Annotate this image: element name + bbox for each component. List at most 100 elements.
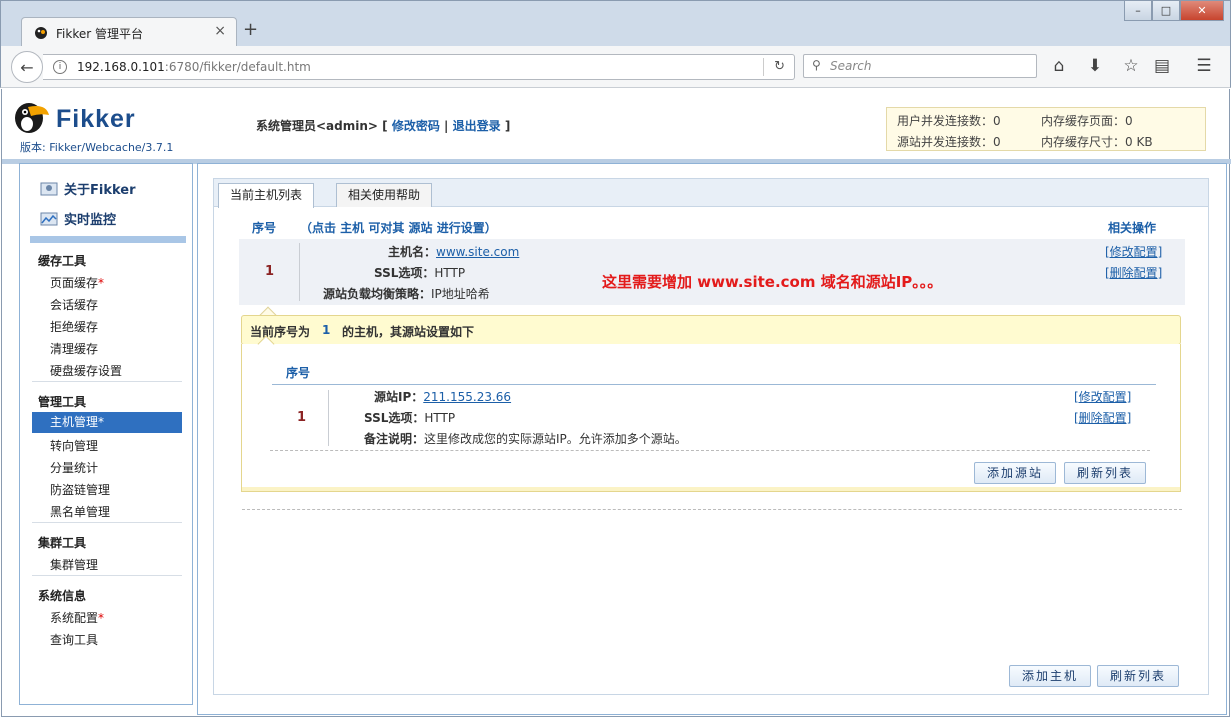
hostname-link[interactable]: www.site.com — [436, 245, 519, 259]
origin-divider — [270, 450, 1150, 451]
sidebar-item-blacklist[interactable]: 黑名单管理 — [50, 503, 110, 520]
sidebar-item-system-config[interactable]: 系统配置* — [50, 609, 104, 626]
current-host-bar: 当前序号为 1 的主机，其源站设置如下 — [241, 315, 1181, 345]
minimize-button[interactable]: – — [1124, 1, 1152, 21]
back-arrow-icon: ← — [20, 57, 34, 77]
row-divider — [299, 243, 300, 301]
mem-size-stat: 内存缓存尺寸：0 KB — [1041, 135, 1153, 149]
host-index: 1 — [265, 264, 275, 279]
download-icon[interactable]: ⬇ — [1084, 56, 1106, 76]
group-system-info: 系统信息 — [38, 589, 87, 603]
host-list-panel: 当前主机列表 相关使用帮助 序号 （点击 主机 可对其 源站 进行设置） 相关操… — [213, 178, 1209, 695]
sidebar-item-hotlink[interactable]: 防盗链管理 — [50, 481, 110, 498]
url-separator — [763, 58, 764, 76]
group-divider — [32, 575, 182, 576]
lb-policy-field: 源站负载均衡策略：IP地址哈希 — [323, 287, 490, 301]
url-bar[interactable]: i 192.168.0.101:6780/fikker/default.htm … — [43, 54, 795, 80]
new-tab-button[interactable]: + — [243, 21, 258, 39]
origin-delete-link[interactable]: [删除配置] — [1074, 409, 1131, 426]
url-text[interactable]: 192.168.0.101:6780/fikker/default.htm — [77, 60, 311, 74]
stats-panel: 用户并发连接数：0 内存缓存页面：0 源站并发连接数：0 内存缓存尺寸：0 KB — [886, 107, 1206, 151]
origin-ip-link[interactable]: 211.155.23.66 — [423, 390, 511, 404]
row-divider — [328, 390, 329, 446]
sidebar-separator — [30, 236, 186, 243]
browser-titlebar: Fikker 管理平台 × + – □ ✕ — [0, 0, 1231, 47]
monitor-icon — [40, 212, 58, 226]
close-window-button[interactable]: ✕ — [1180, 1, 1224, 21]
search-placeholder: Search — [830, 59, 872, 73]
logo-text: Fikker — [56, 105, 136, 133]
sidebar-item-deny-cache[interactable]: 拒绝缓存 — [50, 318, 98, 335]
reload-icon[interactable]: ↻ — [774, 59, 785, 74]
origin-index: 1 — [297, 410, 307, 425]
search-icon: ⚲ — [812, 58, 821, 72]
panel-tabbar: 当前主机列表 相关使用帮助 — [214, 179, 1208, 208]
sidebar-item-monitor[interactable]: 实时监控 — [40, 209, 116, 228]
origin-ssl-field: SSL选项：HTTP — [364, 411, 456, 425]
user-conn-stat: 用户并发连接数：0 — [897, 114, 1001, 128]
sidebar-item-query-tool[interactable]: 查询工具 — [50, 631, 98, 648]
add-origin-button[interactable]: 添加源站 — [974, 462, 1057, 484]
origin-col-index: 序号 — [286, 366, 311, 380]
back-button[interactable]: ← — [11, 51, 43, 83]
sidebar-item-host-manage[interactable]: 主机管理* — [32, 412, 182, 433]
col-ops-header: 相关操作 — [1108, 221, 1157, 235]
browser-tab[interactable]: Fikker 管理平台 × — [21, 17, 237, 47]
sidebar-item-stats[interactable]: 分量统计 — [50, 459, 98, 476]
sidebar-item-cluster[interactable]: 集群管理 — [50, 556, 98, 573]
col-index-header: 序号 — [252, 221, 277, 235]
group-divider — [32, 381, 182, 382]
home-icon[interactable]: ⌂ — [1048, 56, 1070, 76]
sidebar-item-page-cache[interactable]: 页面缓存* — [50, 274, 104, 291]
fikker-logo: Fikker — [14, 99, 194, 139]
group-cluster-tools: 集群工具 — [38, 536, 87, 550]
about-icon — [40, 182, 58, 196]
search-input[interactable]: ⚲ Search — [803, 54, 1037, 78]
window-controls: – □ ✕ — [1124, 1, 1224, 21]
tab-close-icon[interactable]: × — [214, 23, 226, 39]
group-manage-tools: 管理工具 — [38, 395, 87, 409]
logout-link[interactable]: 退出登录 — [453, 119, 501, 133]
current-host-index: 1 — [322, 323, 331, 337]
refresh-origin-button[interactable]: 刷新列表 — [1064, 462, 1147, 484]
toucan-logo-icon — [15, 103, 49, 133]
tab-help[interactable]: 相关使用帮助 — [336, 183, 433, 207]
sidebar: 关于Fikker 实时监控 缓存工具 页面缓存* 会话缓存 拒绝缓存 清理缓存 … — [19, 163, 193, 705]
main-panel: 当前主机列表 相关使用帮助 序号 （点击 主机 可对其 源站 进行设置） 相关操… — [197, 163, 1227, 715]
page-content: Fikker 版本: Fikker/Webcache/3.7.1 系统管理员<a… — [1, 89, 1231, 717]
tab-title: Fikker 管理平台 — [56, 27, 143, 41]
group-divider — [32, 522, 182, 523]
host-delete-link[interactable]: [删除配置] — [1105, 264, 1162, 281]
sidebar-item-redirect[interactable]: 转向管理 — [50, 437, 98, 454]
bookmark-star-icon[interactable]: ☆ — [1120, 56, 1142, 76]
col-host-hint: （点击 主机 可对其 源站 进行设置） — [300, 221, 497, 235]
host-ssl-field: SSL选项：HTTP — [374, 266, 466, 280]
reading-list-icon[interactable]: ▤ — [1151, 56, 1173, 76]
fikker-favicon-icon — [35, 27, 47, 39]
sidebar-item-about[interactable]: 关于Fikker — [40, 179, 136, 198]
browser-navbar: i 192.168.0.101:6780/fikker/default.htm … — [0, 46, 1231, 88]
hostname-field: 主机名：www.site.com — [388, 245, 520, 259]
menu-icon[interactable]: ☰ — [1193, 56, 1215, 76]
sidebar-item-clear-cache[interactable]: 清理缓存 — [50, 340, 98, 357]
add-host-button[interactable]: 添加主机 — [1009, 665, 1092, 687]
admin-bar: 系统管理员<admin> [ 修改密码 | 退出登录 ] — [256, 119, 511, 133]
change-password-link[interactable]: 修改密码 — [392, 119, 440, 133]
mem-pages-stat: 内存缓存页面：0 — [1041, 114, 1133, 128]
host-edit-link[interactable]: [修改配置] — [1105, 243, 1162, 260]
origin-conn-stat: 源站并发连接数：0 — [897, 135, 1001, 149]
maximize-button[interactable]: □ — [1152, 1, 1180, 21]
site-info-icon[interactable]: i — [53, 60, 67, 74]
sidebar-item-session-cache[interactable]: 会话缓存 — [50, 296, 98, 313]
refresh-host-button[interactable]: 刷新列表 — [1097, 665, 1180, 687]
origin-ip-field: 源站IP：211.155.23.66 — [374, 390, 512, 404]
origin-edit-link[interactable]: [修改配置] — [1074, 388, 1131, 405]
annotation-note: 这里需要增加 www.site.com 域名和源站IP。。。 — [602, 273, 943, 291]
version-label: 版本: Fikker/Webcache/3.7.1 — [20, 141, 174, 154]
origin-note-field: 备注说明：这里修改成您的实际源站IP。允许添加多个源站。 — [364, 432, 687, 446]
tab-host-list[interactable]: 当前主机列表 — [218, 183, 315, 208]
group-cache-tools: 缓存工具 — [38, 254, 87, 268]
admin-label: 系统管理员<admin> — [256, 119, 378, 133]
host-divider — [242, 509, 1182, 510]
sidebar-item-disk-cache[interactable]: 硬盘缓存设置 — [50, 362, 122, 379]
